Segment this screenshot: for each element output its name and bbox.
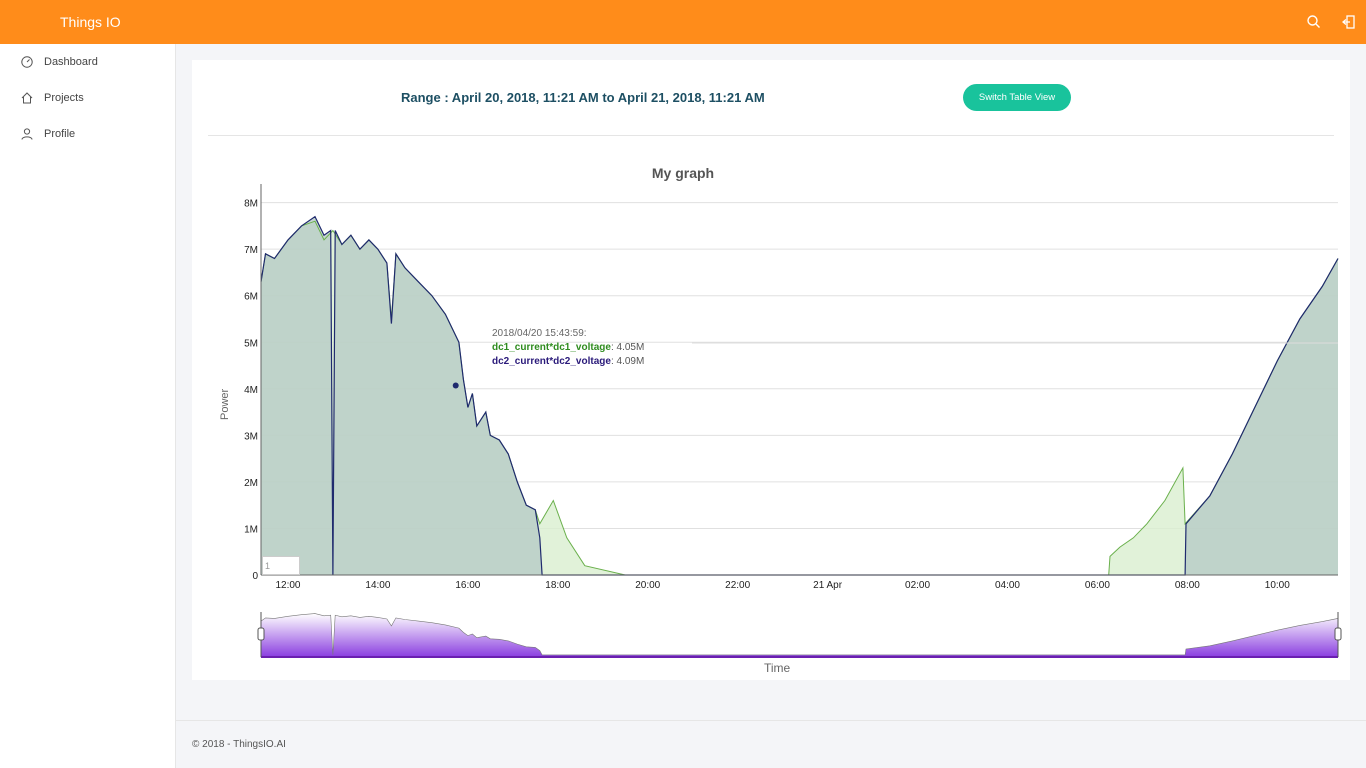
tooltip-series2-label: dc2_current*dc2_voltage — [492, 356, 611, 367]
x-tick-label: 12:00 — [275, 580, 300, 591]
x-tick-label: 10:00 — [1265, 580, 1290, 591]
footer — [176, 720, 1366, 768]
x-tick-label: 16:00 — [455, 580, 480, 591]
y-tick-label: 4M — [244, 385, 258, 396]
x-tick-label: 18:00 — [545, 580, 570, 591]
y-tick-label: 8M — [244, 199, 258, 210]
range-selector[interactable] — [257, 612, 1342, 658]
tooltip-series2-value: 4.09M — [616, 356, 645, 367]
tooltip-time: 2018/04/20 15:43:59: — [492, 328, 587, 339]
x-tick-label: 02:00 — [905, 580, 930, 591]
x-tick-label: 22:00 — [725, 580, 750, 591]
chart[interactable]: 0 1M 2M 3M 4M 5M 6M 7M 8M 12:00 14:00 16:00 18:00 20… — [0, 0, 1366, 768]
x-tick-labels: 12:00 14:00 16:00 18:00 20:00 22:00 21 Apr 02:0… — [275, 580, 1290, 591]
chart-areas — [261, 216, 1338, 575]
y-tick-label: 6M — [244, 292, 258, 303]
y-tick-label: 0 — [252, 571, 258, 582]
copyright: © 2018 - ThingsIO.AI — [192, 739, 286, 750]
range-handle-right — [1334, 627, 1342, 641]
x-tick-label: 08:00 — [1175, 580, 1200, 591]
x-tick-label: 20:00 — [635, 580, 660, 591]
y-tick-label: 3M — [244, 431, 258, 442]
y-tick-label: 2M — [244, 478, 258, 489]
y-tick-labels: 0 1M 2M 3M 4M 5M 6M 7M 8M — [244, 199, 258, 582]
x-tick-label: 21 Apr — [813, 580, 843, 591]
y-tick-label: 7M — [244, 245, 258, 256]
x-tick-label: 14:00 — [365, 580, 390, 591]
y-tick-label: 1M — [244, 524, 258, 535]
range-selector-area — [260, 613, 1339, 658]
x-tick-label: 06:00 — [1085, 580, 1110, 591]
roll-period-input[interactable]: 1 — [262, 556, 300, 575]
y-tick-label: 5M — [244, 338, 258, 349]
chart-tooltip: 2018/04/20 15:43:59: dc1_current*dc1_vol… — [492, 328, 645, 367]
x-tick-label: 04:00 — [995, 580, 1020, 591]
tooltip-series1-label: dc1_current*dc1_voltage — [492, 342, 611, 353]
highlight-point — [452, 382, 459, 389]
range-handle-left — [257, 627, 265, 641]
tooltip-series1-value: 4.05M — [616, 342, 645, 353]
